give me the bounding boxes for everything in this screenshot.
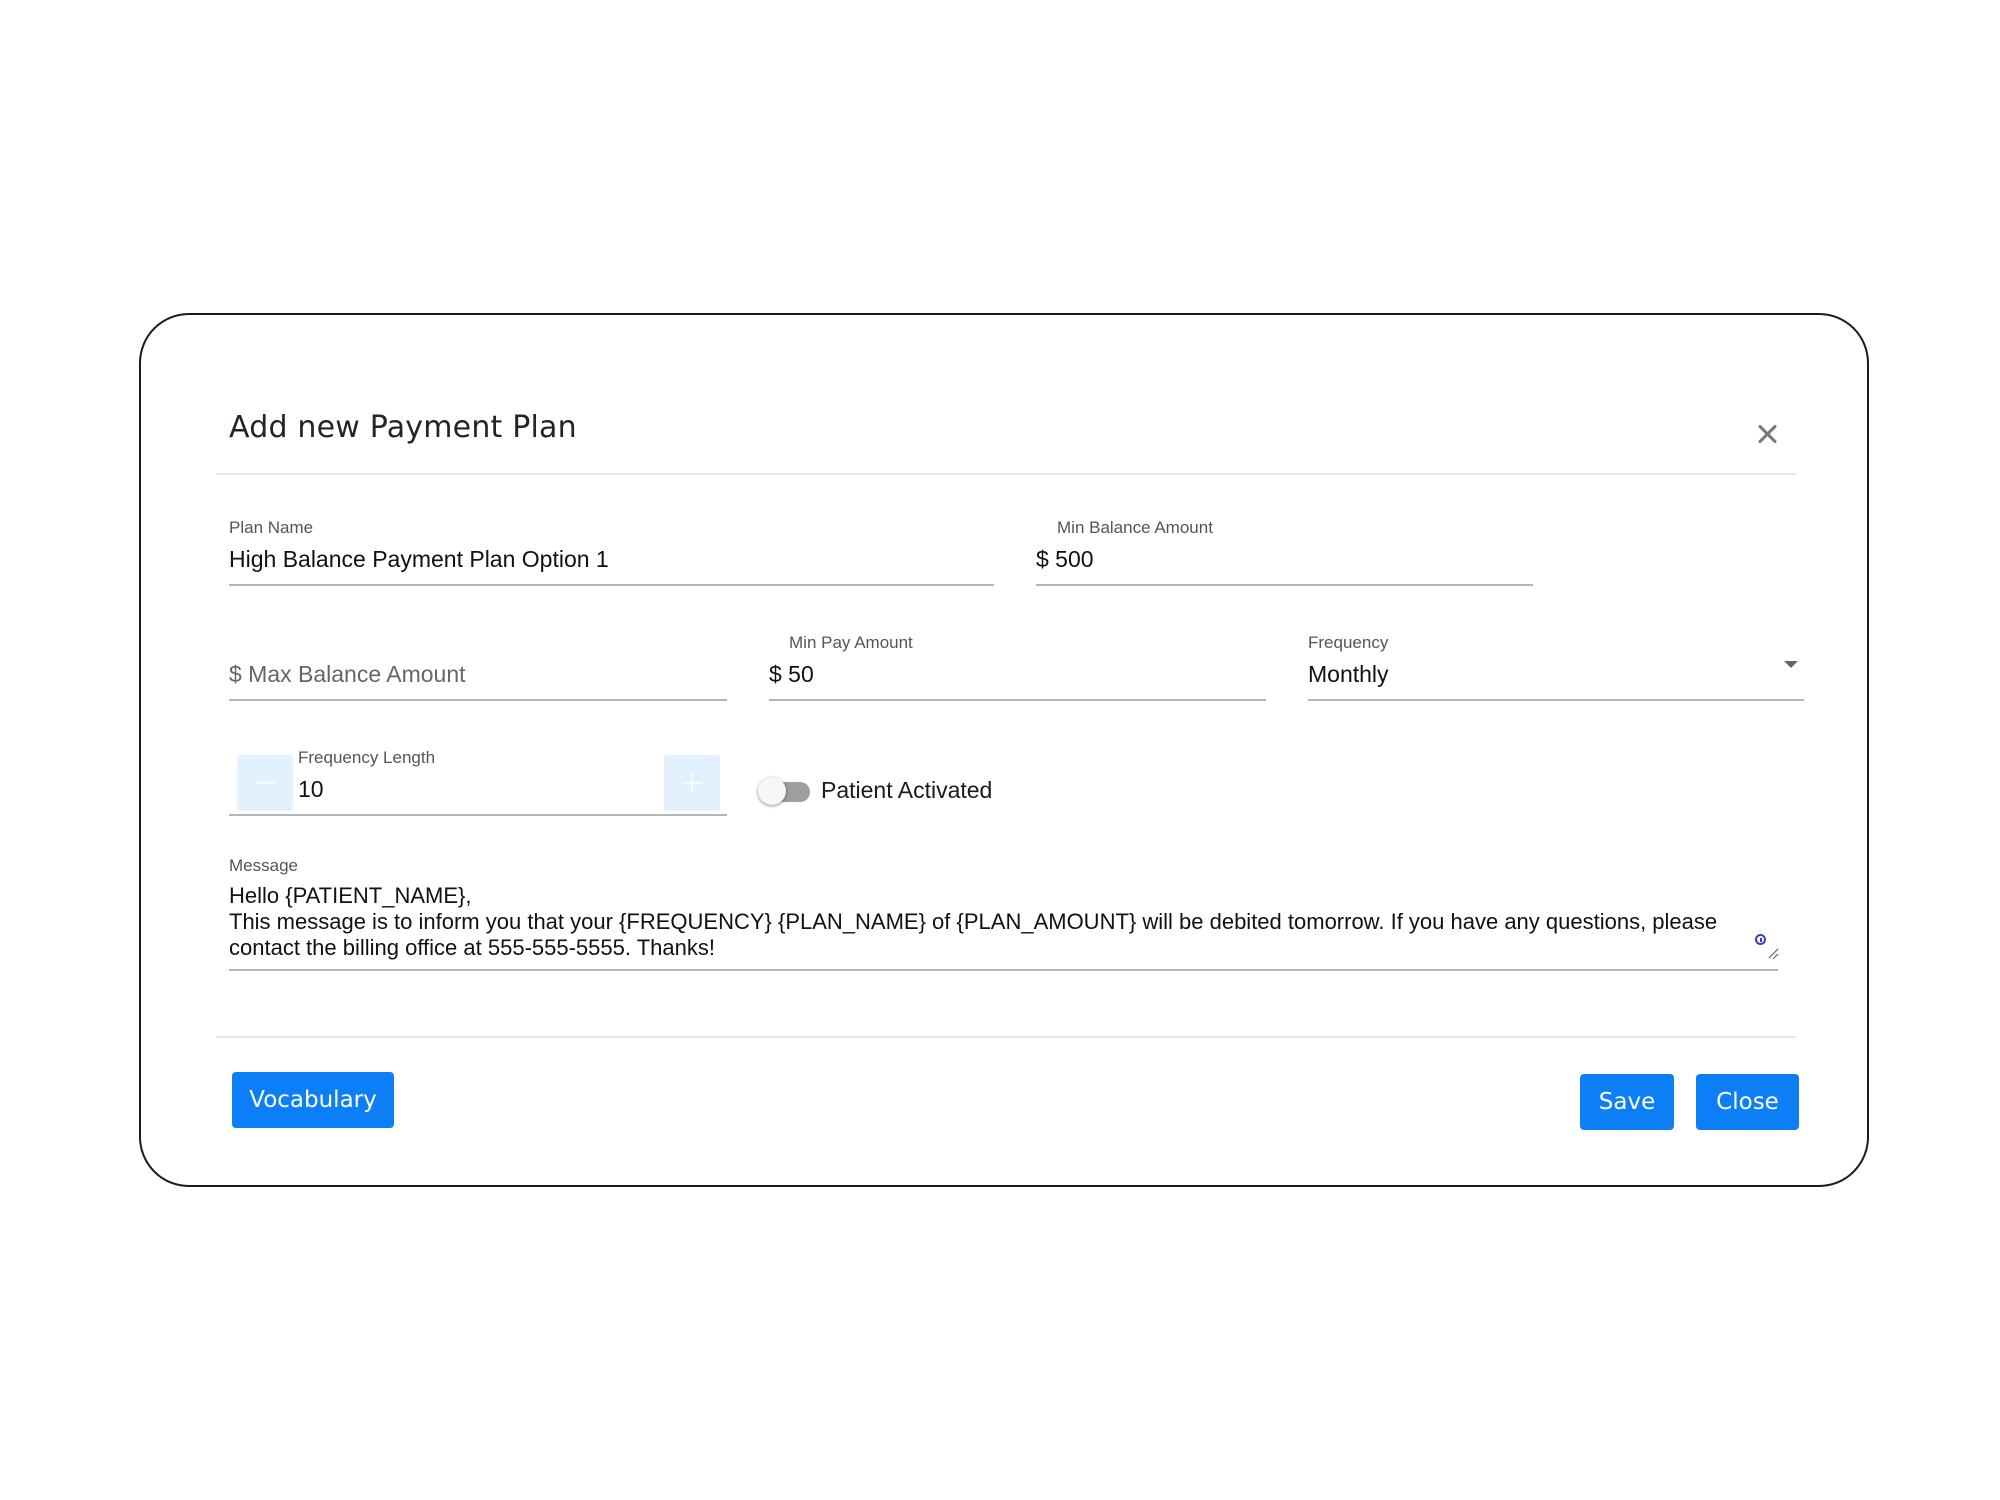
save-button[interactable]: Save [1580,1074,1674,1130]
resize-handle-icon[interactable] [1766,948,1778,960]
close-icon[interactable] [1752,420,1782,450]
decrement-button[interactable] [237,755,293,811]
increment-button[interactable] [664,755,720,811]
plan-name-underline [229,584,994,586]
max-balance-field[interactable]: $ Max Balance Amount [229,633,727,703]
max-balance-input[interactable]: $ Max Balance Amount [229,657,727,691]
min-balance-field[interactable]: Min Balance Amount $ 500 [1036,518,1533,588]
message-line: Hello {PATIENT_NAME}, [229,883,472,908]
message-line: contact the billing office at 555-555-55… [229,935,715,960]
frequency-label: Frequency [1308,633,1389,652]
vocabulary-button[interactable]: Vocabulary [232,1072,394,1128]
frequency-value[interactable]: Monthly [1308,657,1804,691]
min-pay-field[interactable]: Min Pay Amount $ 50 [769,633,1266,703]
close-button[interactable]: Close [1696,1074,1799,1130]
header-divider [216,473,1796,475]
message-line: This message is to inform you that your … [229,909,1718,934]
min-balance-label: Min Balance Amount [1057,518,1213,537]
min-pay-input[interactable]: $ 50 [769,657,1266,691]
plus-circle-icon[interactable] [1755,934,1766,945]
chevron-down-icon[interactable] [1783,660,1799,670]
max-balance-underline [229,699,727,701]
frequency-length-underline [229,814,727,816]
frequency-length-label: Frequency Length [298,748,436,767]
footer-divider [216,1036,1796,1038]
message-textarea[interactable]: Hello {PATIENT_NAME}, This message is to… [229,883,1749,961]
min-pay-underline [769,699,1266,701]
message-label: Message [229,856,298,875]
plan-name-input[interactable]: High Balance Payment Plan Option 1 [229,542,994,576]
min-balance-input[interactable]: $ 500 [1036,542,1533,576]
frequency-underline [1308,699,1804,701]
frequency-length-stepper[interactable]: Frequency Length 10 [229,748,727,818]
plan-name-field[interactable]: Plan Name High Balance Payment Plan Opti… [229,518,994,588]
frequency-select[interactable]: Frequency Monthly [1308,633,1804,703]
toggle-knob[interactable] [758,777,786,805]
plan-name-label: Plan Name [229,518,314,537]
dialog-title: Add new Payment Plan [229,410,577,445]
min-pay-label: Min Pay Amount [789,633,913,652]
patient-activated-label: Patient Activated [821,777,993,803]
frequency-length-input[interactable]: 10 [298,772,657,806]
minus-icon [255,782,275,784]
message-underline [229,969,1778,971]
min-balance-underline [1036,584,1533,586]
